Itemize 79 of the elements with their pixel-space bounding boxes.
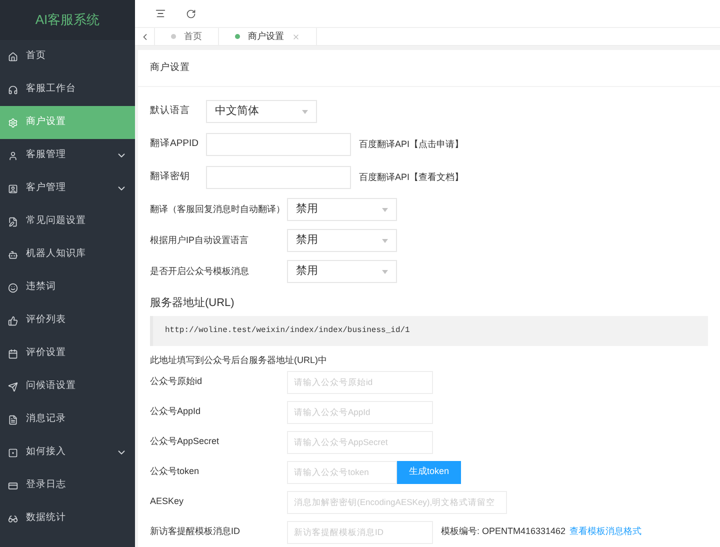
sidebar-item-label: 商户设置 — [26, 115, 67, 130]
sidebar-item[interactable]: 消息记录 — [0, 403, 135, 436]
page-tab[interactable]: 首页 — [155, 28, 219, 45]
dropdown-select[interactable]: 禁用 — [287, 260, 397, 283]
sidebar-item[interactable]: 机器人知识库 — [0, 238, 135, 271]
field-label: 默认语言 — [150, 104, 191, 118]
field-label: 翻译APPID — [150, 137, 200, 152]
sidebar-item[interactable]: 评价列表 — [0, 304, 135, 337]
field-label: 公众号token — [150, 465, 200, 478]
gear-icon — [8, 118, 18, 128]
sidebar-item-label: 评价列表 — [26, 313, 67, 328]
field-label: AESKey — [150, 495, 185, 508]
sidebar-item-label: 常见问题设置 — [26, 214, 87, 228]
sidebar-item-label: 评价设置 — [26, 346, 67, 360]
sidebar-item-label: 首页 — [26, 49, 47, 64]
caret-icon — [382, 270, 388, 274]
dropdown-select[interactable]: 禁用 — [287, 198, 397, 221]
document-edit-icon — [8, 216, 18, 226]
sidebar-item-label: 客服管理 — [26, 148, 67, 162]
menu-icon[interactable] — [155, 8, 166, 20]
field-label: 公众号AppId — [150, 405, 202, 418]
app-title: AI客服系统 — [35, 11, 100, 30]
server-url: http://woline.test/weixin/index/index/business_id/1 — [165, 324, 410, 336]
text-input[interactable] — [206, 133, 351, 156]
sidebar-item-label: 数据统计 — [26, 511, 67, 526]
card-icon — [8, 480, 18, 490]
field-label: 翻译密钥 — [150, 170, 191, 184]
panel-title: 商户设置 — [150, 60, 190, 75]
sidebar-item[interactable]: 客户管理 — [0, 172, 135, 205]
paper-plane-icon — [8, 382, 18, 392]
sidebar-item[interactable]: 客服管理 — [0, 139, 135, 172]
sidebar-item-label: 如何接入 — [26, 445, 67, 460]
field-label: 是否开启公众号模板消息 — [150, 264, 250, 278]
refresh-icon[interactable] — [186, 8, 196, 19]
thumbs-up-icon — [8, 316, 18, 326]
dropdown-select[interactable]: 中文简体 — [206, 100, 317, 123]
smiley-icon — [8, 282, 18, 292]
sidebar-item[interactable]: 首页 — [0, 40, 135, 73]
user-card-icon — [8, 184, 18, 194]
sidebar-item[interactable]: 登录日志 — [0, 469, 135, 502]
sidebar-item-label: 消息记录 — [26, 412, 67, 426]
user-icon — [8, 150, 18, 160]
home-icon — [8, 52, 18, 62]
field-label: 根据用户IP自动设置语言 — [150, 234, 250, 247]
field-label: 新访客提醒模板消息ID — [150, 525, 241, 538]
sidebar-item[interactable]: 问候语设置 — [0, 370, 135, 403]
field-label: 公众号原始id — [150, 375, 204, 388]
robot-icon — [8, 250, 18, 260]
field-label: 公众号AppSecret — [150, 435, 220, 448]
square-icon — [8, 448, 18, 458]
document-icon — [8, 414, 18, 424]
field-note: 百度翻译API【点击申请】 — [359, 138, 464, 151]
caret-icon — [302, 110, 308, 114]
sidebar-item[interactable]: 客服工作台 — [0, 73, 135, 106]
sidebar-item[interactable]: 数据统计 — [0, 502, 135, 535]
close-icon[interactable] — [292, 32, 300, 41]
glasses-icon — [8, 514, 18, 524]
sidebar-item[interactable]: 违禁词 — [0, 271, 135, 304]
sidebar-item-label: 违禁词 — [26, 280, 57, 294]
calendar-icon — [8, 348, 18, 358]
sidebar-item-label: 登录日志 — [26, 478, 67, 492]
field-note: 模板编号: OPENTM416331462 — [441, 525, 566, 538]
sidebar-item[interactable]: 常见问题设置 — [0, 205, 135, 238]
field-label: 翻译（客服回复消息时自动翻译） — [150, 202, 286, 216]
section-heading: 服务器地址(URL) — [150, 296, 236, 311]
dropdown-select[interactable]: 禁用 — [287, 229, 397, 252]
headset-icon — [8, 84, 18, 94]
page-tab[interactable]: 商户设置 — [219, 28, 317, 45]
sidebar-item-label: 客户管理 — [26, 181, 67, 196]
sidebar-item-label: 机器人知识库 — [26, 247, 87, 262]
caret-icon — [382, 238, 388, 242]
text-input[interactable] — [206, 166, 351, 189]
sidebar-item-label: 客服工作台 — [26, 82, 77, 96]
sidebar-item[interactable]: 如何接入 — [0, 436, 135, 469]
sidebar-item[interactable]: 评价设置 — [0, 337, 135, 370]
sidebar-item-label: 问候语设置 — [26, 379, 77, 394]
hint-text: 此地址填写到公众号后台服务器地址(URL)中 — [150, 354, 328, 367]
caret-icon — [382, 208, 388, 212]
field-note: 百度翻译API【查看文档】 — [359, 170, 464, 184]
